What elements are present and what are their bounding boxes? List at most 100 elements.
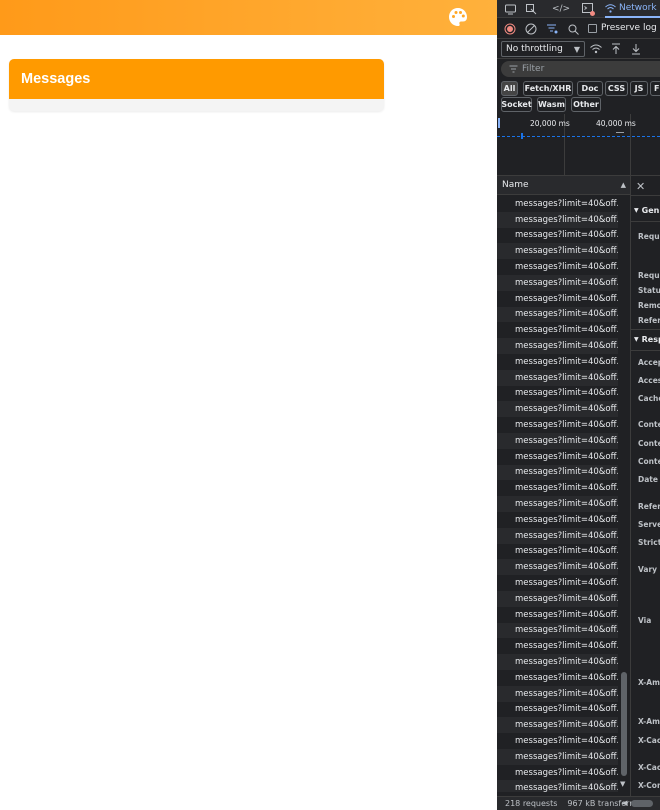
- request-row[interactable]: messages?limit=40&off...: [497, 369, 630, 386]
- request-row[interactable]: messages?limit=40&off...: [497, 575, 630, 591]
- request-row[interactable]: messages?limit=40&off...: [497, 511, 630, 528]
- preserve-log-checkbox[interactable]: Preserve log: [588, 23, 657, 33]
- request-row[interactable]: messages?limit=40&off...: [497, 243, 630, 260]
- request-row[interactable]: messages?limit=40&off...: [497, 748, 630, 765]
- network-toolbar: Preserve log: [497, 19, 660, 39]
- response-headers-toggle[interactable]: ▼ Resp: [634, 335, 660, 344]
- overview-activity-mark: [616, 132, 624, 133]
- wifi-icon: [605, 3, 616, 13]
- response-header-key: Vary: [638, 565, 658, 574]
- general-section-toggle[interactable]: ▼ Gen: [634, 206, 659, 215]
- devtools-tabbar: </> Network: [497, 0, 660, 18]
- request-row[interactable]: messages?limit=40&off...: [497, 669, 630, 686]
- horizontal-scrollbar-thumb[interactable]: [631, 800, 653, 807]
- response-header-key: X-Cach: [638, 736, 660, 745]
- app-header: [0, 0, 497, 35]
- request-row[interactable]: messages?limit=40&off...: [497, 385, 630, 402]
- chip-js[interactable]: JS: [630, 81, 648, 96]
- request-row[interactable]: messages?limit=40&off...: [497, 322, 630, 339]
- request-row[interactable]: messages?limit=40&off...: [497, 590, 630, 607]
- request-row[interactable]: messages?limit=40&off...: [497, 401, 630, 418]
- response-header-key: Referr: [638, 502, 660, 511]
- request-row[interactable]: messages?limit=40&off...: [497, 496, 630, 512]
- request-row[interactable]: messages?limit=40&off...: [497, 543, 630, 560]
- request-row[interactable]: messages?limit=40&off...: [497, 259, 630, 275]
- console-tab-icon[interactable]: [580, 1, 596, 17]
- chip-font[interactable]: F: [650, 81, 660, 96]
- device-toolbar-icon[interactable]: [502, 1, 518, 17]
- request-row[interactable]: messages?limit=40&off...: [497, 559, 630, 576]
- overview-activity-mark: [521, 133, 523, 139]
- response-header-key: Date: [638, 475, 658, 484]
- details-tab-divider: [631, 195, 660, 196]
- throttling-toolbar: No throttling ▼: [497, 39, 660, 59]
- response-header-key: Cache: [638, 394, 660, 403]
- throttling-value: No throttling: [506, 44, 563, 54]
- network-overview[interactable]: 20,000 ms 40,000 ms: [497, 114, 660, 176]
- close-icon[interactable]: ✕: [636, 180, 645, 193]
- inspect-icon[interactable]: [523, 1, 539, 17]
- chip-wasm[interactable]: Wasm: [537, 97, 566, 112]
- overview-selection-handle[interactable]: [498, 118, 500, 128]
- request-row[interactable]: messages?limit=40&off...: [497, 480, 630, 497]
- request-row[interactable]: messages?limit=40&off...: [497, 211, 630, 228]
- chip-all[interactable]: All: [501, 81, 518, 96]
- request-row[interactable]: messages?limit=40&off...: [497, 196, 630, 212]
- chip-socket[interactable]: Socket: [501, 97, 532, 112]
- response-header-key: Accep: [638, 358, 660, 367]
- filter-toggle-icon[interactable]: [544, 21, 560, 37]
- chip-doc[interactable]: Doc: [577, 81, 603, 96]
- request-list-scrollbar[interactable]: ▼: [618, 196, 630, 792]
- filter-input[interactable]: Filter: [501, 61, 660, 77]
- general-heading: Gen: [641, 206, 660, 215]
- request-row[interactable]: messages?limit=40&off...: [497, 464, 630, 481]
- scroll-left-icon[interactable]: ◀: [622, 799, 627, 807]
- chip-fetch-xhr[interactable]: Fetch/XHR: [523, 81, 573, 96]
- request-row[interactable]: messages?limit=40&off...: [497, 733, 630, 749]
- record-icon[interactable]: [502, 21, 518, 37]
- search-icon[interactable]: [565, 21, 581, 37]
- request-row[interactable]: messages?limit=40&off...: [497, 527, 630, 544]
- response-header-key: X-Con: [638, 781, 660, 790]
- chip-other[interactable]: Other: [571, 97, 601, 112]
- palette-icon[interactable]: [447, 6, 469, 28]
- filter-icon: [509, 65, 518, 73]
- section-divider: [631, 350, 660, 351]
- scrollbar-thumb[interactable]: [621, 672, 627, 776]
- network-conditions-icon[interactable]: [588, 41, 604, 57]
- request-row[interactable]: messages?limit=40&off...: [497, 227, 630, 244]
- throttling-select[interactable]: No throttling ▼: [501, 41, 585, 57]
- request-row[interactable]: messages?limit=40&off...: [497, 306, 630, 323]
- request-row[interactable]: messages?limit=40&off...: [497, 701, 630, 718]
- tab-network[interactable]: Network: [605, 0, 660, 18]
- elements-tab-icon[interactable]: </>: [552, 1, 570, 17]
- request-row[interactable]: messages?limit=40&off...: [497, 432, 630, 449]
- name-header-label: Name: [502, 180, 529, 190]
- scroll-down-icon[interactable]: ▼: [620, 780, 625, 788]
- import-har-icon[interactable]: [608, 41, 624, 57]
- request-row[interactable]: messages?limit=40&off...: [497, 606, 630, 623]
- request-row[interactable]: messages?limit=40&off...: [497, 290, 630, 307]
- response-header-key: X-Cach: [638, 763, 660, 772]
- request-row[interactable]: messages?limit=40&off...: [497, 448, 630, 465]
- request-row[interactable]: messages?limit=40&off...: [497, 622, 630, 639]
- chip-css[interactable]: CSS: [605, 81, 628, 96]
- request-row[interactable]: messages?limit=40&off...: [497, 638, 630, 655]
- request-list[interactable]: messages?limit=40&off... messages?limit=4…: [497, 196, 630, 792]
- request-row[interactable]: messages?limit=40&off...: [497, 780, 630, 792]
- request-row[interactable]: messages?limit=40&off...: [497, 274, 630, 291]
- request-row[interactable]: messages?limit=40&off...: [497, 717, 630, 734]
- general-header-key: Referr: [638, 316, 660, 325]
- request-row[interactable]: messages?limit=40&off...: [497, 417, 630, 433]
- export-har-icon[interactable]: [628, 41, 644, 57]
- clear-icon[interactable]: [523, 21, 539, 37]
- sort-ascending-icon: ▲: [620, 181, 626, 189]
- request-row[interactable]: messages?limit=40&off...: [497, 654, 630, 670]
- request-row[interactable]: messages?limit=40&off...: [497, 764, 630, 781]
- request-row[interactable]: messages?limit=40&off...: [497, 685, 630, 702]
- request-row[interactable]: messages?limit=40&off...: [497, 353, 630, 370]
- name-column-header[interactable]: Name ▲: [497, 176, 630, 195]
- request-row[interactable]: messages?limit=40&off...: [497, 338, 630, 354]
- request-count: 218 requests: [505, 799, 558, 808]
- triangle-down-icon: ▼: [634, 207, 639, 214]
